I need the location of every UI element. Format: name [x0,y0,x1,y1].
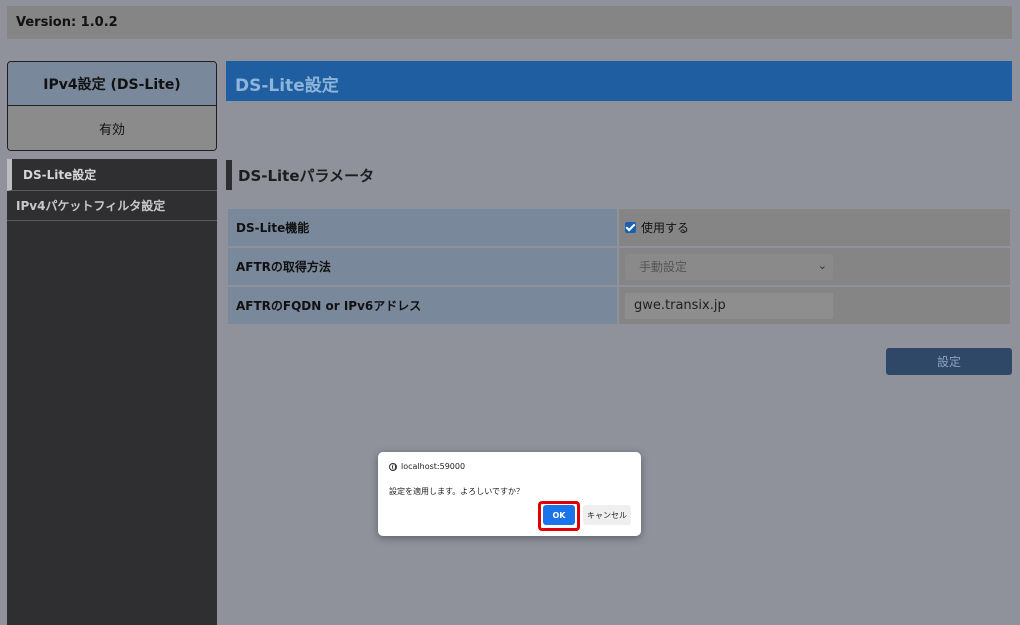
table-row: AFTRの取得方法 手動設定 ⌄ [228,248,1010,285]
set-button[interactable]: 設定 [886,348,1012,375]
chevron-down-icon: ⌄ [817,258,827,272]
aftr-method-label: AFTRの取得方法 [228,248,617,285]
ds-lite-function-value: 使用する [619,209,1010,246]
version-bar: Version: 1.0.2 [7,6,1012,39]
mode-state: 有効 [8,106,216,150]
table-row: AFTRのFQDN or IPv6アドレス gwe.transix.jp [228,287,1010,324]
table-row: DS-Lite機能 使用する [228,209,1010,246]
aftr-address-label: AFTRのFQDN or IPv6アドレス [228,287,617,324]
ds-lite-function-label: DS-Lite機能 [228,209,617,246]
confirm-dialog: localhost:59000 設定を適用します。よろしいですか？ OK キャン… [378,452,641,536]
page-title: DS-Lite設定 [235,76,339,96]
sidebar: DS-Lite設定 IPv4パケットフィルタ設定 [7,159,217,625]
aftr-method-select[interactable]: 手動設定 ⌄ [625,253,833,280]
aftr-method-value: 手動設定 ⌄ [619,248,1010,285]
sidebar-item-ipv4-filter[interactable]: IPv4パケットフィルタ設定 [7,191,217,221]
param-table: DS-Lite機能 使用する AFTRの取得方法 手動設定 ⌄ AFTRのFQD… [228,209,1010,326]
section-title: DS-Liteパラメータ [226,160,374,190]
mode-title: IPv4設定 (DS-Lite) [8,62,216,106]
aftr-address-value: gwe.transix.jp [619,287,1010,324]
ok-button[interactable]: OK [543,505,575,525]
page-header: DS-Lite設定 [226,61,1012,101]
dialog-origin-text: localhost:59000 [401,462,466,471]
globe-icon [389,462,397,471]
dialog-message: 設定を適用します。よろしいですか？ [389,487,524,496]
sidebar-item-ds-lite[interactable]: DS-Lite設定 [7,159,217,191]
use-checkbox[interactable] [625,222,636,233]
sidebar-item-label: DS-Lite設定 [23,168,97,182]
sidebar-item-label: IPv4パケットフィルタ設定 [16,199,166,213]
dialog-origin: localhost:59000 [389,462,465,471]
mode-status-box: IPv4設定 (DS-Lite) 有効 [7,61,217,151]
version-label: Version: 1.0.2 [16,15,118,30]
aftr-address-input[interactable]: gwe.transix.jp [625,292,833,319]
use-checkbox-label[interactable]: 使用する [641,219,689,236]
aftr-method-selected: 手動設定 [639,260,688,274]
cancel-button[interactable]: キャンセル [583,505,631,525]
